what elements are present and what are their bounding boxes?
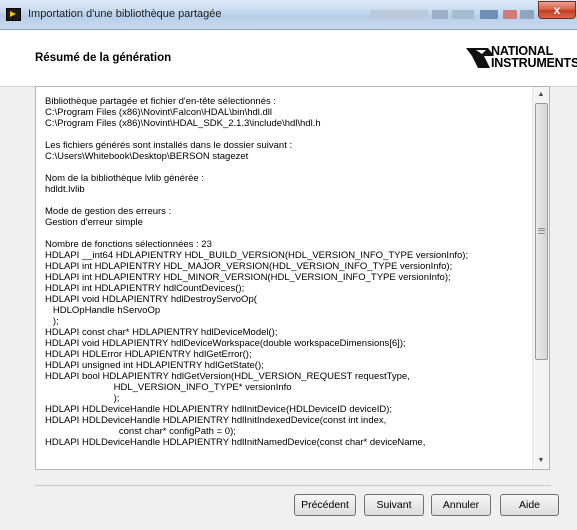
help-button[interactable]: Aide <box>500 494 559 516</box>
summary-line: Les fichiers générés sont installés dans… <box>45 140 293 151</box>
obscured-title-area <box>480 10 498 19</box>
summary-line: Nombre de fonctions sélectionnées : 23 <box>45 239 212 250</box>
close-button[interactable]: x <box>538 1 576 19</box>
obscured-title-area <box>520 10 534 19</box>
close-icon: x <box>553 3 561 17</box>
summary-line: HDLAPI HDLDeviceHandle HDLAPIENTRY hdlIn… <box>45 404 393 415</box>
summary-line: HDLAPI unsigned int HDLAPIENTRY hdlGetSt… <box>45 360 264 371</box>
summary-line: ); <box>45 393 120 404</box>
footer-divider <box>35 485 551 486</box>
summary-line: C:\Program Files (x86)\Novint\Falcon\HDA… <box>45 107 273 118</box>
summary-line: HDL_VERSION_INFO_TYPE* versionInfo <box>45 382 292 393</box>
next-button[interactable]: Suivant <box>364 494 424 516</box>
summary-line: HDLAPI void HDLAPIENTRY hdlDestroyServoO… <box>45 294 257 305</box>
summary-line <box>45 195 535 206</box>
obscured-title-area <box>452 10 474 19</box>
summary-text-box[interactable]: Bibliothèque partagée et fichier d'en-tê… <box>35 86 550 470</box>
summary-line <box>45 162 535 173</box>
title-bar[interactable]: Importation d'une bibliothèque partagée … <box>0 0 577 30</box>
page-title: Résumé de la génération <box>35 52 172 64</box>
summary-line: Bibliothèque partagée et fichier d'en-tê… <box>45 96 277 107</box>
summary-line: HDLAPI bool HDLAPIENTRY hdlGetVersion(HD… <box>45 371 410 382</box>
summary-line: hdldt.lvlib <box>45 184 85 195</box>
summary-line: HDLAPI int HDLAPIENTRY hdlCountDevices()… <box>45 283 245 294</box>
vertical-scrollbar[interactable]: ▲ ▼ <box>532 87 549 469</box>
summary-line: ); <box>45 316 59 327</box>
previous-button[interactable]: Précédent <box>294 494 356 516</box>
labview-app-icon <box>6 8 21 21</box>
national-instruments-logo: NATIONAL INSTRUMENTS <box>464 42 577 78</box>
summary-text: Bibliothèque partagée et fichier d'en-tê… <box>45 96 535 448</box>
import-shared-library-dialog: Importation d'une bibliothèque partagée … <box>0 0 577 530</box>
summary-line: HDLAPI __int64 HDLAPIENTRY HDL_BUILD_VER… <box>45 250 469 261</box>
window-title: Importation d'une bibliothèque partagée <box>28 8 222 20</box>
grip-icon <box>538 228 545 234</box>
summary-line: HDLAPI void HDLAPIENTRY hdlDeviceWorkspa… <box>45 338 406 349</box>
obscured-title-area <box>432 10 448 19</box>
scroll-down-arrow-icon[interactable]: ▼ <box>533 453 549 469</box>
summary-line: C:\Program Files (x86)\Novint\HDAL_SDK_2… <box>45 118 321 129</box>
summary-line: HDLAPI const char* HDLAPIENTRY hdlDevice… <box>45 327 278 338</box>
cancel-button[interactable]: Annuler <box>431 494 491 516</box>
summary-line: Mode de gestion des erreurs : <box>45 206 172 217</box>
logo-line2: INSTRUMENTS <box>491 56 577 70</box>
summary-line: const char* configPath = 0); <box>45 426 236 437</box>
summary-line <box>45 228 535 239</box>
summary-line: HDLAPI HDLDeviceHandle HDLAPIENTRY hdlIn… <box>45 415 387 426</box>
summary-line: HDLAPI HDLDeviceHandle HDLAPIENTRY hdlIn… <box>45 437 426 448</box>
summary-line: HDLOpHandle hServoOp <box>45 305 161 316</box>
logo-text: NATIONAL INSTRUMENTS <box>491 45 577 70</box>
summary-line: Nom de la bibliothèque lvlib générée : <box>45 173 204 184</box>
summary-line <box>45 129 535 140</box>
obscured-title-area <box>370 10 428 19</box>
obscured-title-area <box>503 10 517 19</box>
scroll-thumb[interactable] <box>535 103 548 360</box>
summary-line: HDLAPI HDLError HDLAPIENTRY hdlGetError(… <box>45 349 252 360</box>
summary-line: HDLAPI int HDLAPIENTRY HDL_MINOR_VERSION… <box>45 272 451 283</box>
scroll-up-arrow-icon[interactable]: ▲ <box>533 87 549 103</box>
summary-line: C:\Users\Whitebook\Desktop\BERSON stagez… <box>45 151 249 162</box>
summary-line: Gestion d'erreur simple <box>45 217 143 228</box>
summary-line: HDLAPI int HDLAPIENTRY HDL_MAJOR_VERSION… <box>45 261 453 272</box>
